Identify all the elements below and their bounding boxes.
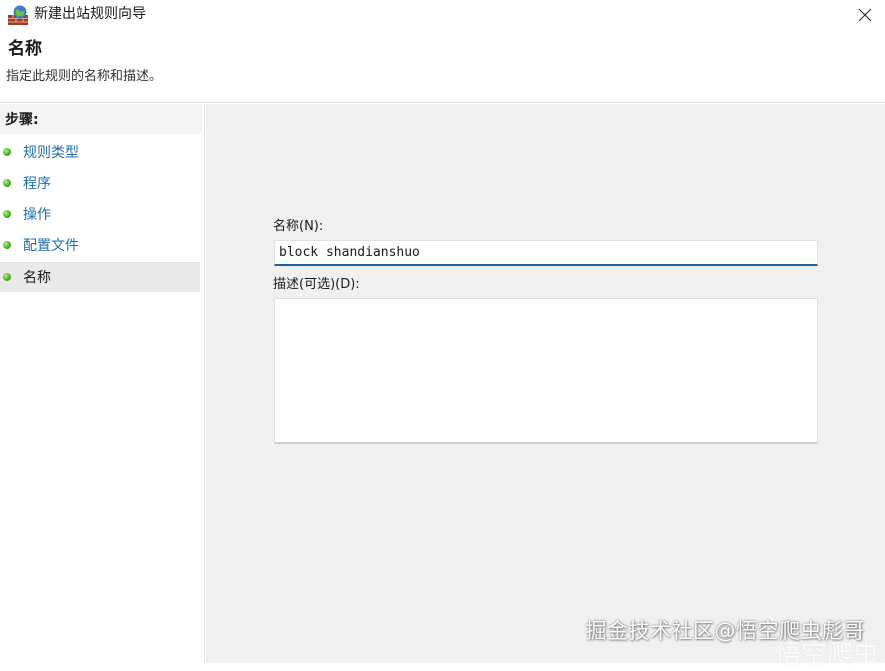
step-label: 程序 (23, 176, 51, 192)
close-icon (858, 8, 872, 22)
description-label: 描述(可选)(D): (273, 277, 360, 292)
name-label: 名称(N): (273, 219, 324, 234)
steps-sidebar: 步骤: 规则类型 程序 操作 配置文件 名称 (0, 104, 205, 663)
close-button[interactable] (853, 4, 877, 26)
title-bar: 新建出站规则向导 (0, 0, 885, 30)
step-profile[interactable]: 配置文件 (0, 230, 200, 260)
step-complete-dot-icon (3, 241, 11, 249)
wizard-content: 名称(N): 描述(可选)(D): (206, 104, 885, 663)
step-rule-type[interactable]: 规则类型 (0, 137, 200, 167)
window-title: 新建出站规则向导 (34, 6, 146, 22)
step-label: 配置文件 (23, 238, 79, 254)
step-complete-dot-icon (3, 148, 11, 156)
step-action[interactable]: 操作 (0, 199, 200, 229)
step-label: 规则类型 (23, 145, 79, 161)
step-name[interactable]: 名称 (0, 262, 200, 292)
step-current-dot-icon (3, 273, 11, 281)
description-input[interactable] (274, 298, 818, 444)
watermark: 掘金技术社区@悟空爬虫彪哥 (585, 619, 865, 643)
firewall-wall-globe-icon (8, 5, 28, 25)
step-label: 操作 (23, 207, 51, 223)
step-complete-dot-icon (3, 179, 11, 187)
name-input[interactable] (274, 240, 818, 266)
step-complete-dot-icon (3, 210, 11, 218)
steps-label: 步骤: (5, 112, 39, 128)
wizard-header: 名称 指定此规则的名称和描述。 (0, 30, 885, 103)
page-description: 指定此规则的名称和描述。 (6, 69, 163, 84)
page-title: 名称 (8, 39, 42, 59)
step-label: 名称 (23, 270, 51, 286)
step-program[interactable]: 程序 (0, 168, 200, 198)
